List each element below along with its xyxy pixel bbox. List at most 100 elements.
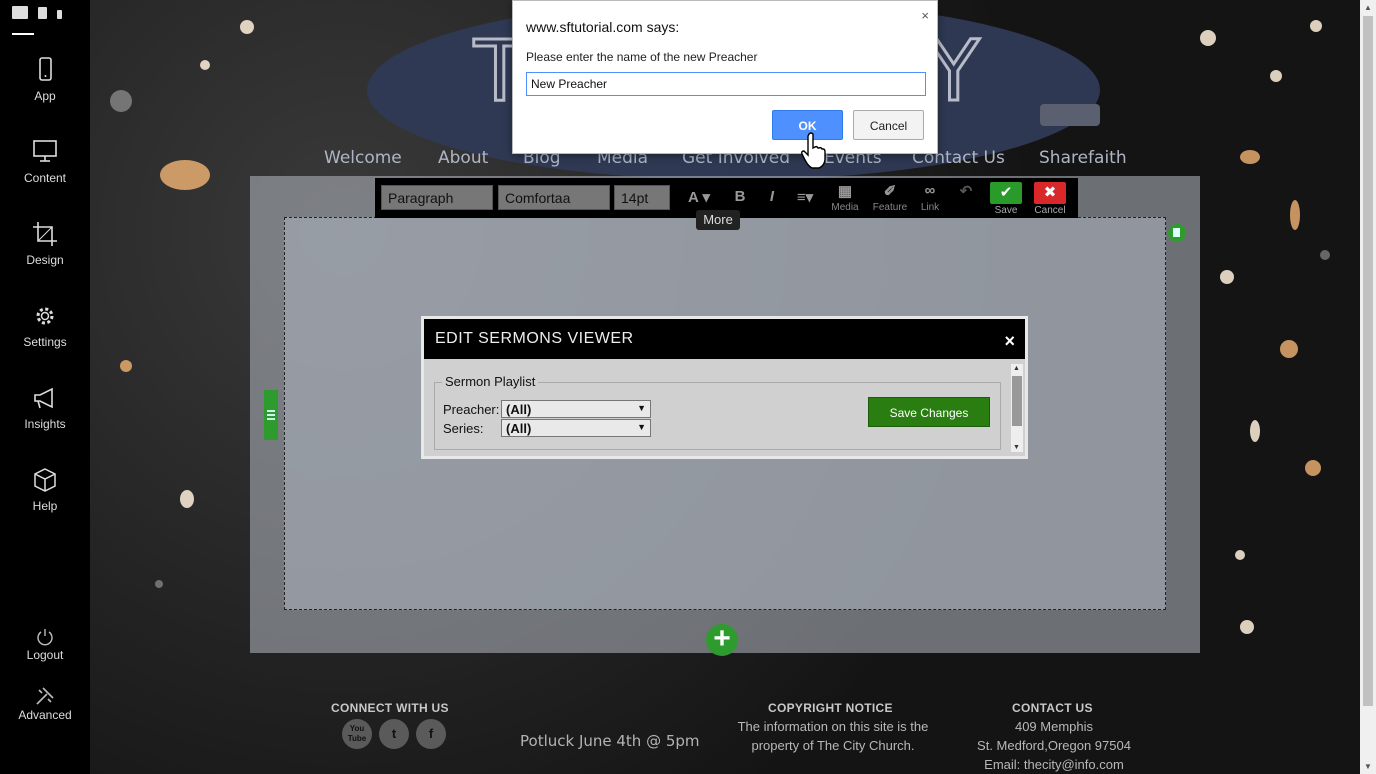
save-button[interactable]: ✔ Save <box>987 182 1025 216</box>
font-color-button[interactable]: A ▾ <box>681 188 717 208</box>
phone-icon <box>39 57 52 81</box>
twitter-icon[interactable]: t <box>379 719 409 749</box>
prompt-message: Please enter the name of the new Preache… <box>526 50 758 64</box>
italic-icon: I <box>769 188 775 205</box>
hand-cursor-icon <box>801 132 826 169</box>
series-select[interactable]: (All) <box>501 419 651 437</box>
modal-scrollbar[interactable]: ▲ ▼ <box>1011 364 1023 452</box>
gear-icon <box>36 307 54 325</box>
sidebar-item-label: App <box>34 89 56 103</box>
header-search-pill[interactable] <box>1040 104 1100 126</box>
cancel-button[interactable]: ✖ Cancel <box>1030 182 1070 216</box>
format-select[interactable]: Paragraph <box>381 185 493 210</box>
undo-icon: ↶ <box>959 183 973 200</box>
more-tooltip[interactable]: More <box>696 210 740 230</box>
footer-copyright-heading: COPYRIGHT NOTICE <box>768 701 893 715</box>
monitor-icon <box>33 140 57 162</box>
align-button[interactable]: ≡▾ <box>791 188 819 208</box>
link-icon: ∞ <box>924 182 936 199</box>
x-icon: ✖ <box>1034 182 1066 204</box>
add-section-button[interactable]: + <box>706 624 738 656</box>
italic-button[interactable]: I <box>763 188 781 208</box>
device-switcher <box>12 6 62 19</box>
nav-item-sharefaith[interactable]: Sharefaith <box>1039 148 1127 168</box>
youtube-icon[interactable]: You Tube <box>342 719 372 749</box>
scroll-up-icon[interactable]: ▲ <box>1013 365 1020 372</box>
sidebar-item-label: Help <box>32 499 58 513</box>
sidebar-item-label: Design <box>26 253 64 267</box>
sidebar-item-advanced[interactable]: Advanced <box>0 686 90 722</box>
link-label: Link <box>920 202 940 213</box>
admin-sidebar: App Content Design Settings Insights Hel… <box>0 0 90 774</box>
align-icon: ≡▾ <box>796 189 814 206</box>
footer-contact-line: St. Medford,Oregon 97504 <box>977 738 1131 753</box>
sidebar-item-label: Insights <box>24 417 66 431</box>
media-label: Media <box>831 202 859 213</box>
close-icon[interactable]: × <box>921 8 929 23</box>
sidebar-item-app[interactable]: App <box>0 57 90 103</box>
browser-prompt-dialog: www.sftutorial.com says: × Please enter … <box>512 0 938 154</box>
preacher-select[interactable]: (All) <box>501 400 651 418</box>
prompt-cancel-button[interactable]: Cancel <box>853 110 924 140</box>
bold-icon: B <box>734 188 746 205</box>
page-scroll-thumb[interactable] <box>1363 16 1373 706</box>
tools-icon <box>36 687 54 705</box>
desktop-icon[interactable] <box>12 6 28 19</box>
footer-contact-line: 409 Memphis <box>1014 719 1094 734</box>
bold-button[interactable]: B <box>731 188 749 208</box>
font-select[interactable]: Comfortaa <box>498 185 610 210</box>
edit-sermons-viewer-modal: EDIT SERMONS VIEWER × Sermon Playlist Pr… <box>421 316 1028 459</box>
sidebar-item-insights[interactable]: Insights <box>0 385 90 431</box>
sidebar-item-design[interactable]: Design <box>0 221 90 267</box>
undo-button[interactable]: ↶ <box>953 182 979 202</box>
series-label: Series: <box>443 421 484 436</box>
sidebar-item-settings[interactable]: Settings <box>0 303 90 349</box>
device-active-indicator <box>12 33 34 35</box>
save-changes-button[interactable]: Save Changes <box>868 397 990 427</box>
sidebar-item-help[interactable]: Help <box>0 467 90 513</box>
modal-title: EDIT SERMONS VIEWER <box>424 319 1025 359</box>
close-icon[interactable]: × <box>1004 331 1015 352</box>
sidebar-item-logout[interactable]: Logout <box>0 628 90 662</box>
facebook-icon[interactable]: f <box>416 719 446 749</box>
sidebar-item-label: Settings <box>23 335 67 349</box>
footer-event-text[interactable]: Potluck June 4th @ 5pm <box>520 732 700 750</box>
save-label: Save <box>994 205 1018 216</box>
fieldset-legend: Sermon Playlist <box>442 374 539 389</box>
prompt-title: www.sftutorial.com says: <box>526 19 680 35</box>
link-button[interactable]: ∞ Link <box>917 182 943 213</box>
crop-icon <box>33 222 57 246</box>
preacher-name-input[interactable]: New Preacher <box>526 72 926 96</box>
check-icon: ✔ <box>990 182 1022 204</box>
drag-handle[interactable] <box>264 390 278 440</box>
scroll-down-icon[interactable]: ▼ <box>1013 444 1020 451</box>
nav-item-about[interactable]: About <box>438 148 488 168</box>
page-settings-icon[interactable] <box>1168 224 1186 242</box>
feature-button[interactable]: ✐ Feature <box>870 182 910 213</box>
nav-item-welcome[interactable]: Welcome <box>324 148 402 168</box>
footer-contact-email[interactable]: Email: thecity@info.com <box>960 757 1148 772</box>
tablet-icon[interactable] <box>38 7 47 19</box>
preacher-label: Preacher: <box>443 402 500 417</box>
media-icon: ▦ <box>837 183 853 200</box>
cancel-label: Cancel <box>1034 205 1066 216</box>
footer-contact-heading: CONTACT US <box>1012 701 1093 715</box>
page-scrollbar[interactable]: ▲ ▼ <box>1360 0 1376 774</box>
size-select[interactable]: 14pt <box>614 185 670 210</box>
scroll-down-icon[interactable]: ▼ <box>1364 762 1372 771</box>
sidebar-item-label: Advanced <box>18 708 72 722</box>
scroll-up-icon[interactable]: ▲ <box>1364 3 1372 12</box>
sidebar-item-label: Content <box>23 171 67 185</box>
footer-connect-heading: CONNECT WITH US <box>331 701 449 715</box>
footer-copyright-line: The information on this site is the <box>737 719 929 734</box>
feature-icon: ✐ <box>883 183 897 200</box>
sidebar-item-content[interactable]: Content <box>0 139 90 185</box>
media-button[interactable]: ▦ Media <box>829 182 861 213</box>
sidebar-item-label: Logout <box>26 648 64 662</box>
box-icon <box>34 468 56 492</box>
feature-label: Feature <box>872 202 908 213</box>
scroll-thumb[interactable] <box>1012 376 1022 426</box>
footer-copyright-line: property of The City Church. <box>751 738 915 753</box>
mobile-icon[interactable] <box>57 10 62 19</box>
font-color-icon: A ▾ <box>688 189 710 206</box>
